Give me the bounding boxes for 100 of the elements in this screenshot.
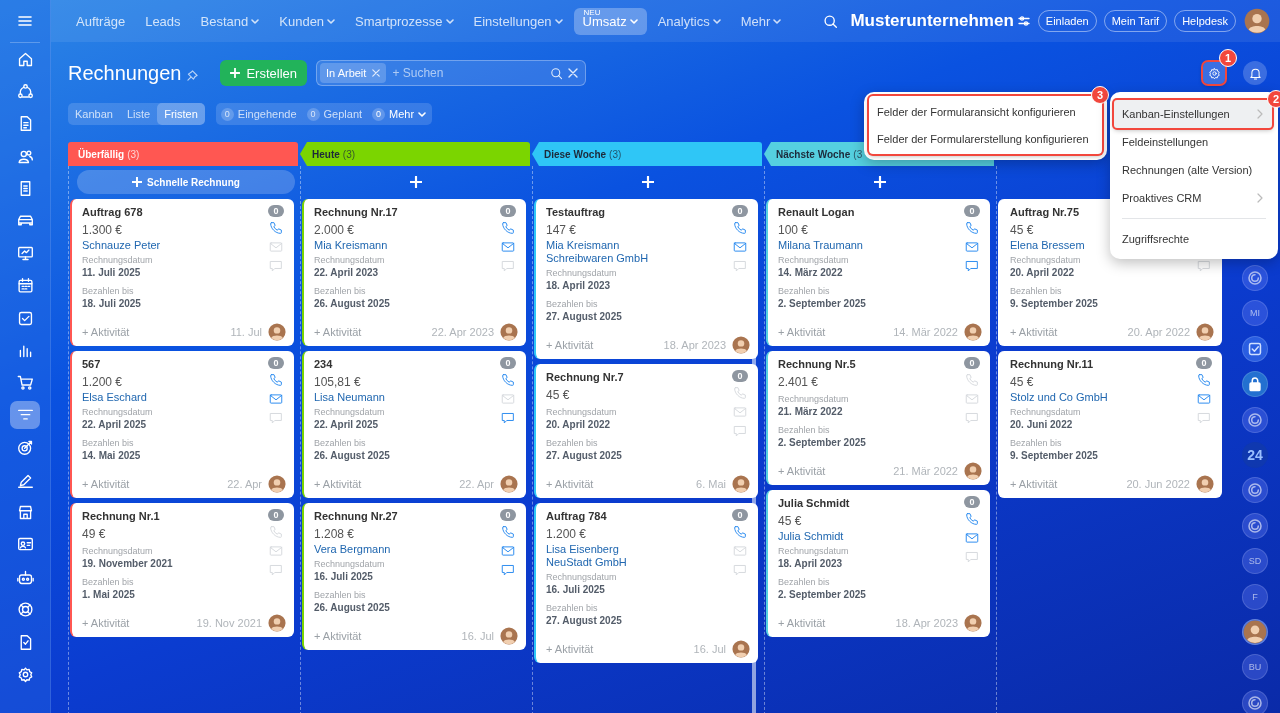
phone-icon[interactable] [269, 373, 283, 387]
deal-card[interactable]: Rechnung Nr.5 2.401 € Rechnungsdatum 21. März 2022 Bezahlen bis 2. September 2025 0 + Aktivität 21. Mär 2022 [766, 351, 990, 485]
plus-icon[interactable] [409, 176, 422, 188]
add-activity-link[interactable]: + Aktivität [82, 478, 130, 490]
add-activity-link[interactable]: + Aktivität [314, 478, 362, 490]
counter-filter[interactable]: 0 Eingehende [220, 107, 297, 121]
mail-icon[interactable] [965, 240, 979, 254]
swirl-icon[interactable] [1242, 406, 1268, 433]
deal-card[interactable]: Rechnung Nr.7 45 € Rechnungsdatum 20. April 2022 Bezahlen bis 27. August 2025 0 + Aktivität 6. Mai [534, 364, 758, 498]
add-activity-link[interactable]: + Aktivität [314, 630, 362, 642]
menu-item[interactable]: Felder der Formularerstellung konfigurieren [869, 125, 1102, 152]
mail-icon[interactable] [965, 531, 979, 545]
phone-icon[interactable] [965, 221, 979, 235]
contact-link[interactable]: Elsa Eschard [82, 391, 266, 404]
deal-card[interactable]: Auftrag 678 1.300 € Schnauze Peter Rechnungsdatum 11. Juli 2025 Bezahlen bis 18. Juli 2025 0 + Aktivität 11. Jul [70, 199, 294, 346]
menu-icon[interactable] [17, 13, 33, 29]
search-icon[interactable] [550, 66, 563, 80]
phone-icon[interactable] [501, 525, 515, 539]
nav-item[interactable]: Mehr [731, 7, 791, 35]
nav-item[interactable]: Analytics [648, 7, 730, 35]
add-activity-link[interactable]: + Aktivität [82, 326, 130, 338]
clear-icon[interactable] [568, 68, 578, 78]
swirl-icon[interactable] [1242, 512, 1268, 539]
user-initials[interactable]: MI [1242, 300, 1268, 327]
add-activity-link[interactable]: + Aktivität [1010, 478, 1058, 490]
view-tab[interactable]: Kanban [68, 103, 120, 125]
sliders-icon[interactable] [1017, 15, 1030, 27]
search-field[interactable]: In Arbeit + Suchen [316, 60, 586, 86]
remove-icon[interactable] [372, 69, 381, 77]
plus-icon[interactable] [641, 176, 654, 188]
avatar-icon[interactable] [1244, 8, 1270, 34]
contact-link[interactable]: Julia Schmidt [778, 530, 962, 543]
swirl-icon[interactable] [1242, 689, 1268, 713]
contact-link[interactable]: NeuStadt GmbH [546, 556, 730, 569]
view-tab[interactable]: Fristen [157, 103, 205, 125]
counter-filter[interactable]: 0 Mehr [372, 107, 427, 121]
deal-card[interactable]: 567 1.200 € Elsa Eschard Rechnungsdatum 22. April 2025 Bezahlen bis 14. Mai 2025 0 + Aktivität 22. Apr [70, 351, 294, 498]
contact-link[interactable]: Lisa Neumann [314, 391, 498, 404]
nav-item[interactable]: Kunden [270, 7, 345, 35]
lock-icon[interactable] [1242, 371, 1268, 398]
create-button[interactable]: Erstellen [220, 60, 307, 86]
add-activity-link[interactable]: + Aktivität [546, 643, 594, 655]
add-activity-link[interactable]: + Aktivität [1010, 326, 1058, 338]
add-activity-link[interactable]: + Aktivität [778, 326, 826, 338]
deal-card[interactable]: Rechnung Nr.27 1.208 € Vera Bergmann Rechnungsdatum 16. Juli 2025 Bezahlen bis 26. August 2025 0 + Aktivität 16. Jul [302, 503, 526, 650]
pin-icon[interactable] [187, 69, 199, 81]
contact-link[interactable]: Mia Kreismann [314, 239, 498, 252]
contact-link[interactable]: Lisa Eisenberg [546, 543, 730, 556]
counter-filter[interactable]: 0 Geplant [306, 107, 363, 121]
chat-icon[interactable] [965, 259, 979, 273]
search-icon[interactable] [823, 13, 839, 29]
deal-card[interactable]: Rechnung Nr.11 45 € Stolz und Co GmbH Rechnungsdatum 20. Juni 2022 Bezahlen bis 9. September 2025 0 + Aktivität 20. Jun 2022 [998, 351, 1222, 498]
add-activity-link[interactable]: + Aktivität [778, 617, 826, 629]
menu-item[interactable]: Kanban-Einstellungen [1114, 100, 1272, 128]
phone-icon[interactable] [1197, 373, 1211, 387]
chat-icon[interactable] [501, 563, 515, 577]
nav-item[interactable]: Einstellungen [464, 7, 572, 35]
mail-icon[interactable] [501, 240, 515, 254]
user-initials[interactable]: F [1242, 583, 1268, 610]
sidebar-item[interactable] [10, 401, 40, 430]
plus-icon[interactable] [873, 176, 886, 188]
phone-icon[interactable] [733, 221, 747, 235]
phone-icon[interactable] [965, 512, 979, 526]
phone-icon[interactable] [501, 221, 515, 235]
contact-link[interactable]: Stolz und Co GmbH [1010, 391, 1194, 404]
app-logo[interactable]: 24 [1242, 441, 1268, 468]
swirl-icon[interactable] [1242, 265, 1268, 291]
nav-item[interactable]: Leads [136, 7, 190, 35]
mail-icon[interactable] [269, 392, 283, 406]
menu-item[interactable]: Feldeinstellungen [1114, 128, 1272, 156]
nav-item[interactable]: Smartprozesse [346, 7, 463, 35]
mail-icon[interactable] [733, 240, 747, 254]
deal-card[interactable]: 234 105,81 € Lisa Neumann Rechnungsdatum 22. April 2025 Bezahlen bis 26. August 2025 0 + Aktivität 22. Apr [302, 351, 526, 498]
notification-button[interactable] [1243, 61, 1267, 85]
deal-card[interactable]: Rechnung Nr.1 49 € Rechnungsdatum 19. November 2021 Bezahlen bis 1. Mai 2025 0 + Aktivität 19. Nov 2021 [70, 503, 294, 637]
avatar-icon[interactable] [1242, 618, 1268, 645]
add-activity-link[interactable]: + Aktivität [546, 478, 594, 490]
nav-item[interactable]: Bestand [191, 7, 269, 35]
checkbox-icon[interactable] [1242, 335, 1268, 362]
contact-link[interactable]: Schreibwaren GmbH [546, 252, 730, 265]
contact-link[interactable]: Vera Bergmann [314, 543, 498, 556]
contact-link[interactable]: Schnauze Peter [82, 239, 266, 252]
contact-link[interactable]: Mia Kreismann [546, 239, 730, 252]
phone-icon[interactable] [269, 221, 283, 235]
nav-item[interactable]: Aufträge [67, 7, 135, 35]
add-activity-link[interactable]: + Aktivität [314, 326, 362, 338]
add-activity-link[interactable]: + Aktivität [82, 617, 130, 629]
filter-chip[interactable]: In Arbeit [320, 63, 387, 83]
deal-card[interactable]: Testauftrag 147 € Mia Kreismann Schreibwaren GmbH Rechnungsdatum 18. April 2023 Bezahlen bis 27. August 2025 0 + Aktivität 18. Apr 2023 [534, 199, 758, 359]
view-tab[interactable]: Liste [119, 103, 158, 125]
mail-icon[interactable] [1197, 392, 1211, 406]
contact-link[interactable]: Milana Traumann [778, 239, 962, 252]
settings-button[interactable] [1203, 62, 1225, 84]
add-activity-link[interactable]: + Aktivität [778, 465, 826, 477]
deal-card[interactable]: Renault Logan 100 € Milana Traumann Rechnungsdatum 14. März 2022 Bezahlen bis 2. September 2025 0 + Aktivität 14. Mär 2022 [766, 199, 990, 346]
user-initials[interactable]: SD [1242, 548, 1268, 575]
swirl-icon[interactable] [1242, 477, 1268, 504]
menu-item[interactable]: Rechnungen (alte Version) [1114, 156, 1272, 184]
phone-icon[interactable] [501, 373, 515, 387]
company-name[interactable]: Musterunternehmen [850, 11, 1014, 31]
